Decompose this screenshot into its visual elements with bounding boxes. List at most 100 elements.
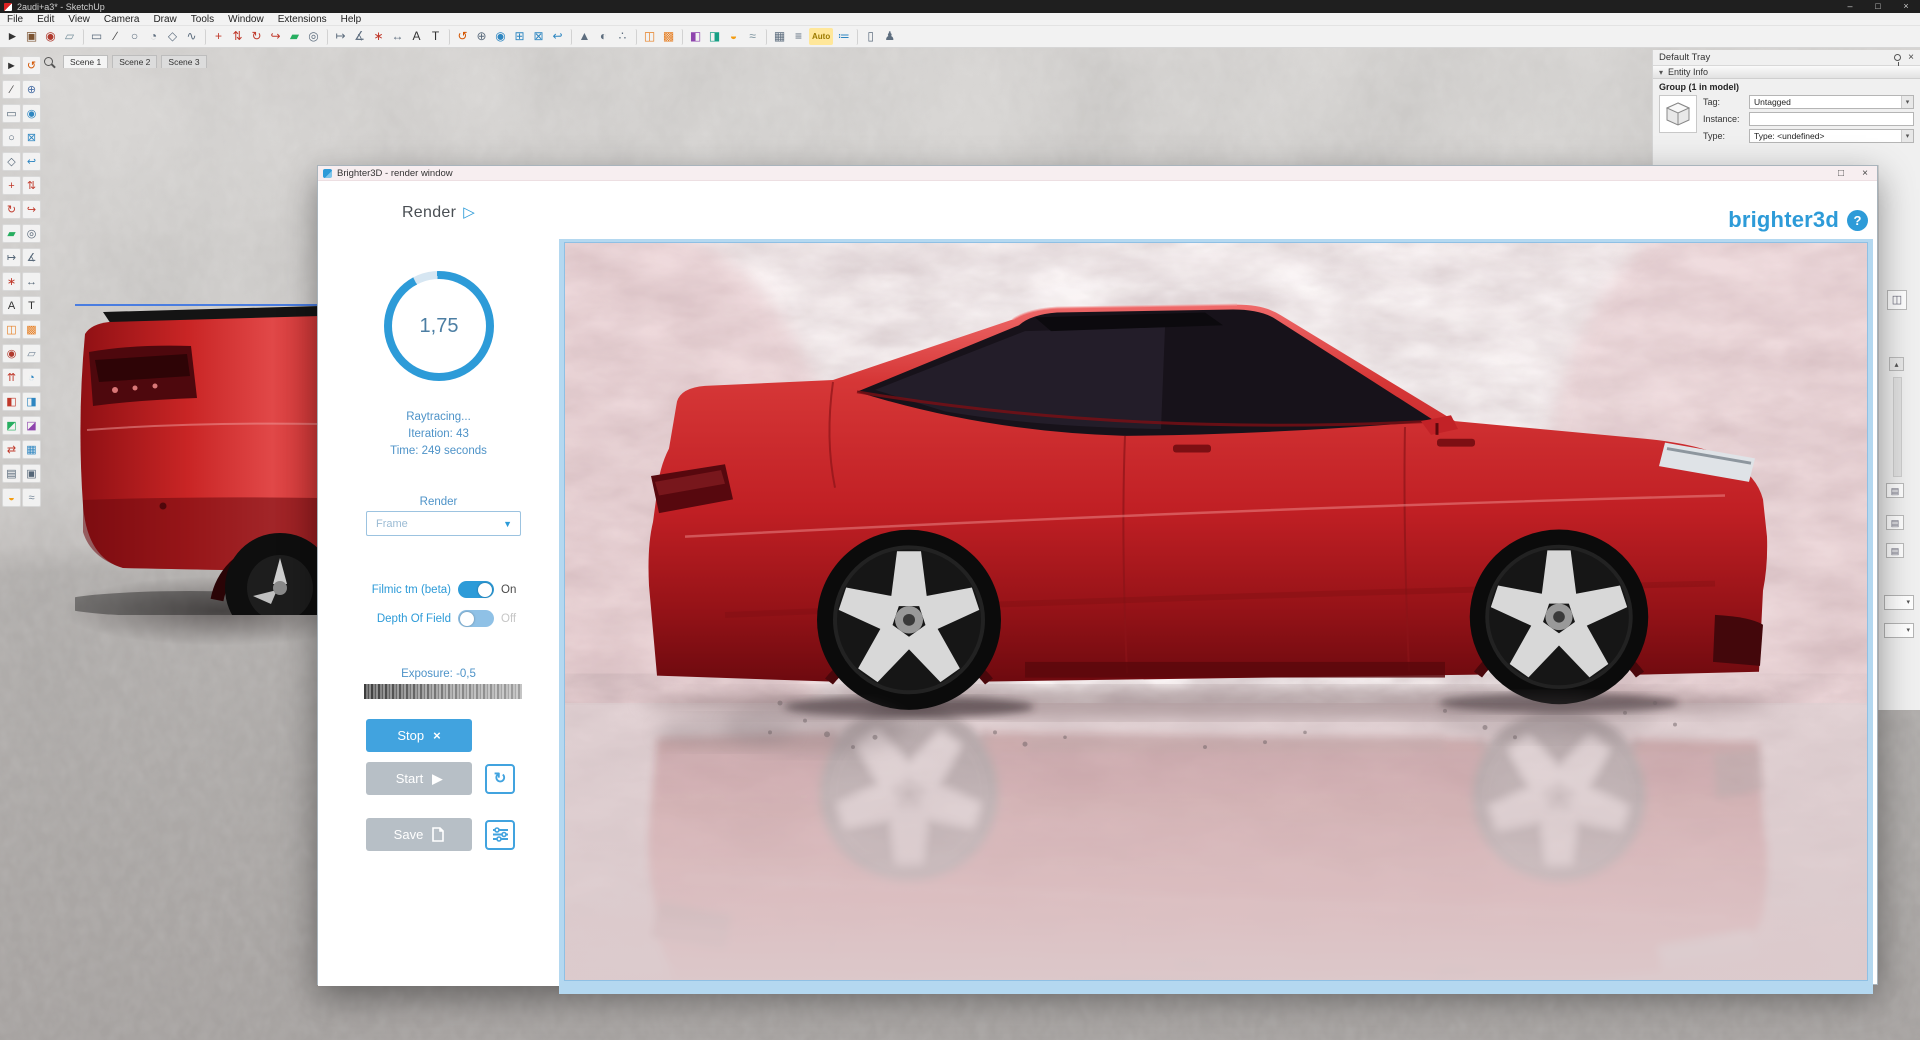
dialog-maximize-button[interactable]: □: [1829, 166, 1853, 181]
toolbar-polygon-icon[interactable]: ◇: [164, 28, 181, 45]
toolbar-orbit-icon[interactable]: ↺: [22, 56, 41, 75]
toolbar-separator-icon[interactable]: [324, 28, 328, 45]
toolbar-position-camera-icon[interactable]: ▲: [576, 28, 593, 45]
toolbar-freehand-icon[interactable]: ∿: [183, 28, 200, 45]
toolbar-dimensions-icon[interactable]: ↔: [22, 272, 41, 291]
depth-of-field-toggle[interactable]: [458, 610, 494, 627]
entity-info-section-header[interactable]: ▾ Entity Info: [1653, 65, 1920, 79]
toolbar-axes-icon[interactable]: ∗: [2, 272, 21, 291]
toolbar-previous-view-icon[interactable]: ↩: [22, 152, 41, 171]
toolbar-zoom-extents-icon[interactable]: ⊠: [530, 28, 547, 45]
toolbar-select-icon[interactable]: ►: [4, 28, 21, 45]
toolbar-follow-me-icon[interactable]: ↪: [267, 28, 284, 45]
toolbar-select-icon[interactable]: ►: [2, 56, 21, 75]
toolbar-eraser-icon[interactable]: ▱: [61, 28, 78, 45]
save-button[interactable]: Save: [366, 818, 472, 851]
menu-item[interactable]: Edit: [30, 13, 61, 26]
toolbar-separator-icon[interactable]: [679, 28, 683, 45]
toolbar-rectangle-icon[interactable]: ▭: [2, 104, 21, 123]
toolbar-text-icon[interactable]: A: [2, 296, 21, 315]
toolbar-scale-icon[interactable]: ▰: [2, 224, 21, 243]
toolbar-scale-icon[interactable]: ▰: [286, 28, 303, 45]
toolbar-rotate-icon[interactable]: ↻: [2, 200, 21, 219]
start-button[interactable]: Start ▶: [366, 762, 472, 795]
menu-item[interactable]: Draw: [146, 13, 183, 26]
toolbar-section-plane-icon[interactable]: ◫: [2, 320, 21, 339]
menu-item[interactable]: Extensions: [271, 13, 334, 26]
toolbar-section-fill-icon[interactable]: ▩: [22, 320, 41, 339]
tag-select[interactable]: Untagged ▾: [1749, 95, 1914, 109]
toolbar-axes-icon[interactable]: ∗: [370, 28, 387, 45]
toolbar-tape-measure-icon[interactable]: ↦: [2, 248, 21, 267]
toolbar-protractor-icon[interactable]: ∡: [351, 28, 368, 45]
toolbar-layers-icon[interactable]: ≡: [790, 28, 807, 45]
toolbar-section-plane-icon[interactable]: ◫: [641, 28, 658, 45]
toolbar-pan-icon[interactable]: ⊕: [473, 28, 490, 45]
toolbar-paint-bucket-icon[interactable]: ◉: [42, 28, 59, 45]
menu-item[interactable]: Window: [221, 13, 271, 26]
dialog-titlebar[interactable]: Brighter3D - render window □ ×: [318, 166, 1877, 181]
filmic-toggle[interactable]: [458, 581, 494, 598]
toolbar-line-icon[interactable]: ∕: [107, 28, 124, 45]
render-settings-button[interactable]: [485, 819, 515, 850]
help-button[interactable]: ?: [1847, 209, 1868, 231]
toolbar-shadows-icon[interactable]: ◒: [725, 28, 742, 45]
toolbar-push-pull-icon[interactable]: ⇅: [229, 28, 246, 45]
toolbar-previous-view-icon[interactable]: ↩: [549, 28, 566, 45]
toolbar-render-settings-icon[interactable]: ≔: [835, 28, 852, 45]
toolbar-zoom-extents-icon[interactable]: ⊠: [22, 128, 41, 147]
exposure-slider[interactable]: [364, 684, 522, 699]
toolbar-offset-icon[interactable]: ◎: [305, 28, 322, 45]
toolbar-fog-icon[interactable]: ≈: [744, 28, 761, 45]
menu-item[interactable]: View: [61, 13, 97, 26]
instance-input[interactable]: [1749, 112, 1914, 126]
maximize-button[interactable]: □: [1864, 0, 1892, 13]
toolbar-cleanup-icon[interactable]: ▤: [2, 464, 21, 483]
toolbar-make-component-icon[interactable]: ▣: [23, 28, 40, 45]
toolbar-joint-push-pull-icon[interactable]: ⇈: [2, 368, 21, 387]
menu-item[interactable]: Camera: [97, 13, 147, 26]
toolbar-new-page-icon[interactable]: ▯: [862, 28, 879, 45]
toolbar-text-icon[interactable]: A: [408, 28, 425, 45]
tray-scrollbar[interactable]: [1893, 377, 1902, 477]
toolbar-zoom-icon[interactable]: ◉: [492, 28, 509, 45]
tray-dropdown[interactable]: ▾: [1884, 623, 1914, 638]
toolbar-separator-icon[interactable]: [202, 28, 206, 45]
toolbar-3d-text-icon[interactable]: T: [427, 28, 444, 45]
tray-material-thumb-icon[interactable]: ◫: [1887, 290, 1907, 310]
toolbar-separator-icon[interactable]: [80, 28, 84, 45]
model-car-rear[interactable]: [75, 300, 320, 615]
stop-button[interactable]: Stop ×: [366, 719, 472, 752]
toolbar-protractor-icon[interactable]: ∡: [22, 248, 41, 267]
toolbar-section-fill-icon[interactable]: ▩: [660, 28, 677, 45]
toolbar-dimensions-icon[interactable]: ↔: [389, 28, 406, 45]
toolbar-3d-text-icon[interactable]: T: [22, 296, 41, 315]
tray-pin-icon[interactable]: [1894, 54, 1902, 66]
tray-list-icon[interactable]: ▤: [1886, 483, 1904, 498]
toolbar-grid-icon[interactable]: ▦: [771, 28, 788, 45]
toolbar-look-around-icon[interactable]: ◐: [595, 28, 612, 45]
toolbar-zoom-icon[interactable]: ◉: [22, 104, 41, 123]
toolbar-polygon-icon[interactable]: ◇: [2, 152, 21, 171]
toolbar-shadows-icon[interactable]: ◒: [2, 488, 21, 507]
toolbar-materials-icon[interactable]: ▣: [22, 464, 41, 483]
render-mode-select[interactable]: Frame ▼: [366, 511, 521, 536]
restart-button[interactable]: ↻: [485, 763, 515, 794]
toolbar-separator-icon[interactable]: [633, 28, 637, 45]
toolbar-offset-icon[interactable]: ◎: [22, 224, 41, 243]
menu-item[interactable]: File: [0, 13, 30, 26]
toolbar-rectangle-icon[interactable]: ▭: [88, 28, 105, 45]
minimize-button[interactable]: –: [1836, 0, 1864, 13]
toolbar-separator-icon[interactable]: [568, 28, 572, 45]
toolbar-move-icon[interactable]: +: [2, 176, 21, 195]
toolbar-line-icon[interactable]: ∕: [2, 80, 21, 99]
toolbar-circle-icon[interactable]: ○: [126, 28, 143, 45]
toolbar-solid-subtract-icon[interactable]: ◨: [706, 28, 723, 45]
toolbar-rotate-icon[interactable]: ↻: [248, 28, 265, 45]
toolbar-follow-me-icon[interactable]: ↪: [22, 200, 41, 219]
toolbar-separator-icon[interactable]: [854, 28, 859, 45]
toolbar-arc-icon[interactable]: ◔: [145, 28, 162, 45]
toolbar-intersect-icon[interactable]: ◪: [22, 416, 41, 435]
tab-scene-1[interactable]: Scene 1: [63, 55, 109, 68]
toolbar-orbit-icon[interactable]: ↺: [454, 28, 471, 45]
